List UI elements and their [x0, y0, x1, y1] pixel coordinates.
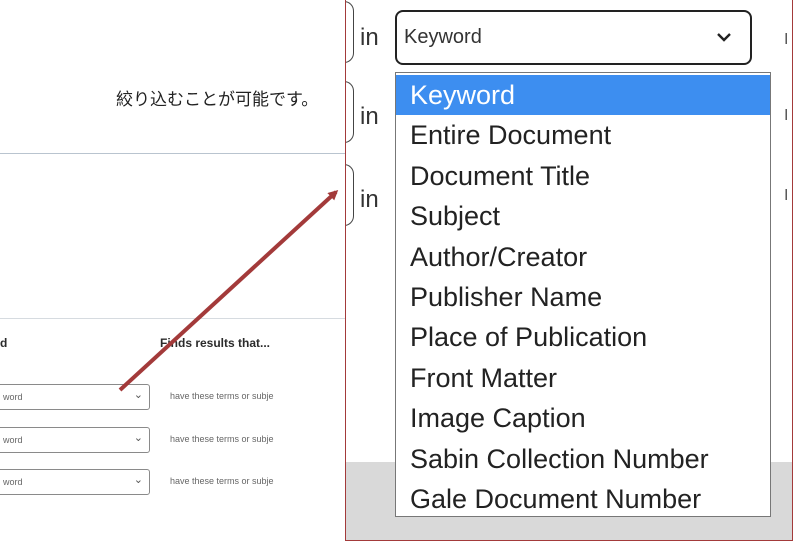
dropdown-option[interactable]: Front Matter — [396, 358, 770, 398]
in-label: in — [360, 24, 379, 51]
dropdown-option[interactable]: Keyword — [396, 75, 770, 116]
chevron-down-icon: ⌄ — [133, 432, 143, 444]
in-label: in — [360, 186, 379, 213]
divider — [0, 318, 346, 319]
dropdown-option[interactable]: Place of Publication — [396, 317, 770, 357]
divider — [0, 153, 346, 154]
in-label: in — [360, 103, 379, 130]
chevron-down-icon: ⌄ — [133, 389, 143, 401]
paren-bracket — [346, 164, 354, 226]
zoom-panel: in in in I I I Keyword Keyword Entire Do… — [345, 0, 793, 541]
hint-text: have these terms or subje — [170, 391, 274, 401]
dropdown-option[interactable]: Sabin Collection Number — [396, 439, 770, 479]
dropdown-option[interactable]: Entire Document — [396, 115, 770, 155]
field-select-value: word — [3, 477, 23, 487]
dropdown-option[interactable]: Gale Document Number — [396, 479, 770, 519]
chevron-down-icon: ⌄ — [133, 474, 143, 486]
search-field-select-value: Keyword — [404, 26, 482, 48]
chevron-down-icon — [716, 28, 732, 47]
field-select[interactable]: word ⌄ — [0, 427, 150, 453]
field-select-value: word — [3, 435, 23, 445]
intro-text: 絞り込むことが可能です。 — [116, 90, 319, 110]
dropdown-option[interactable]: Publisher Name — [396, 277, 770, 317]
dropdown-option[interactable]: Document Title — [396, 156, 770, 196]
hint-text: have these terms or subje — [170, 476, 274, 486]
right-edge-mark: I — [784, 107, 789, 124]
field-dropdown-list[interactable]: Keyword Entire Document Document Title S… — [395, 72, 771, 517]
column-header-finds: Finds results that... — [160, 336, 271, 350]
dropdown-option[interactable]: Author/Creator — [396, 237, 770, 277]
field-select-value: word — [3, 392, 23, 402]
column-header-field: d — [0, 336, 8, 350]
paren-bracket — [346, 81, 354, 143]
right-edge-mark: I — [784, 31, 789, 48]
field-select[interactable]: word ⌄ — [0, 384, 150, 410]
dropdown-option[interactable]: Image Caption — [396, 398, 770, 438]
right-edge-mark: I — [784, 187, 789, 204]
hint-text: have these terms or subje — [170, 434, 274, 444]
field-select[interactable]: word ⌄ — [0, 469, 150, 495]
paren-bracket — [346, 1, 354, 63]
search-field-select[interactable]: Keyword — [395, 10, 752, 65]
dropdown-option[interactable]: Subject — [396, 196, 770, 236]
